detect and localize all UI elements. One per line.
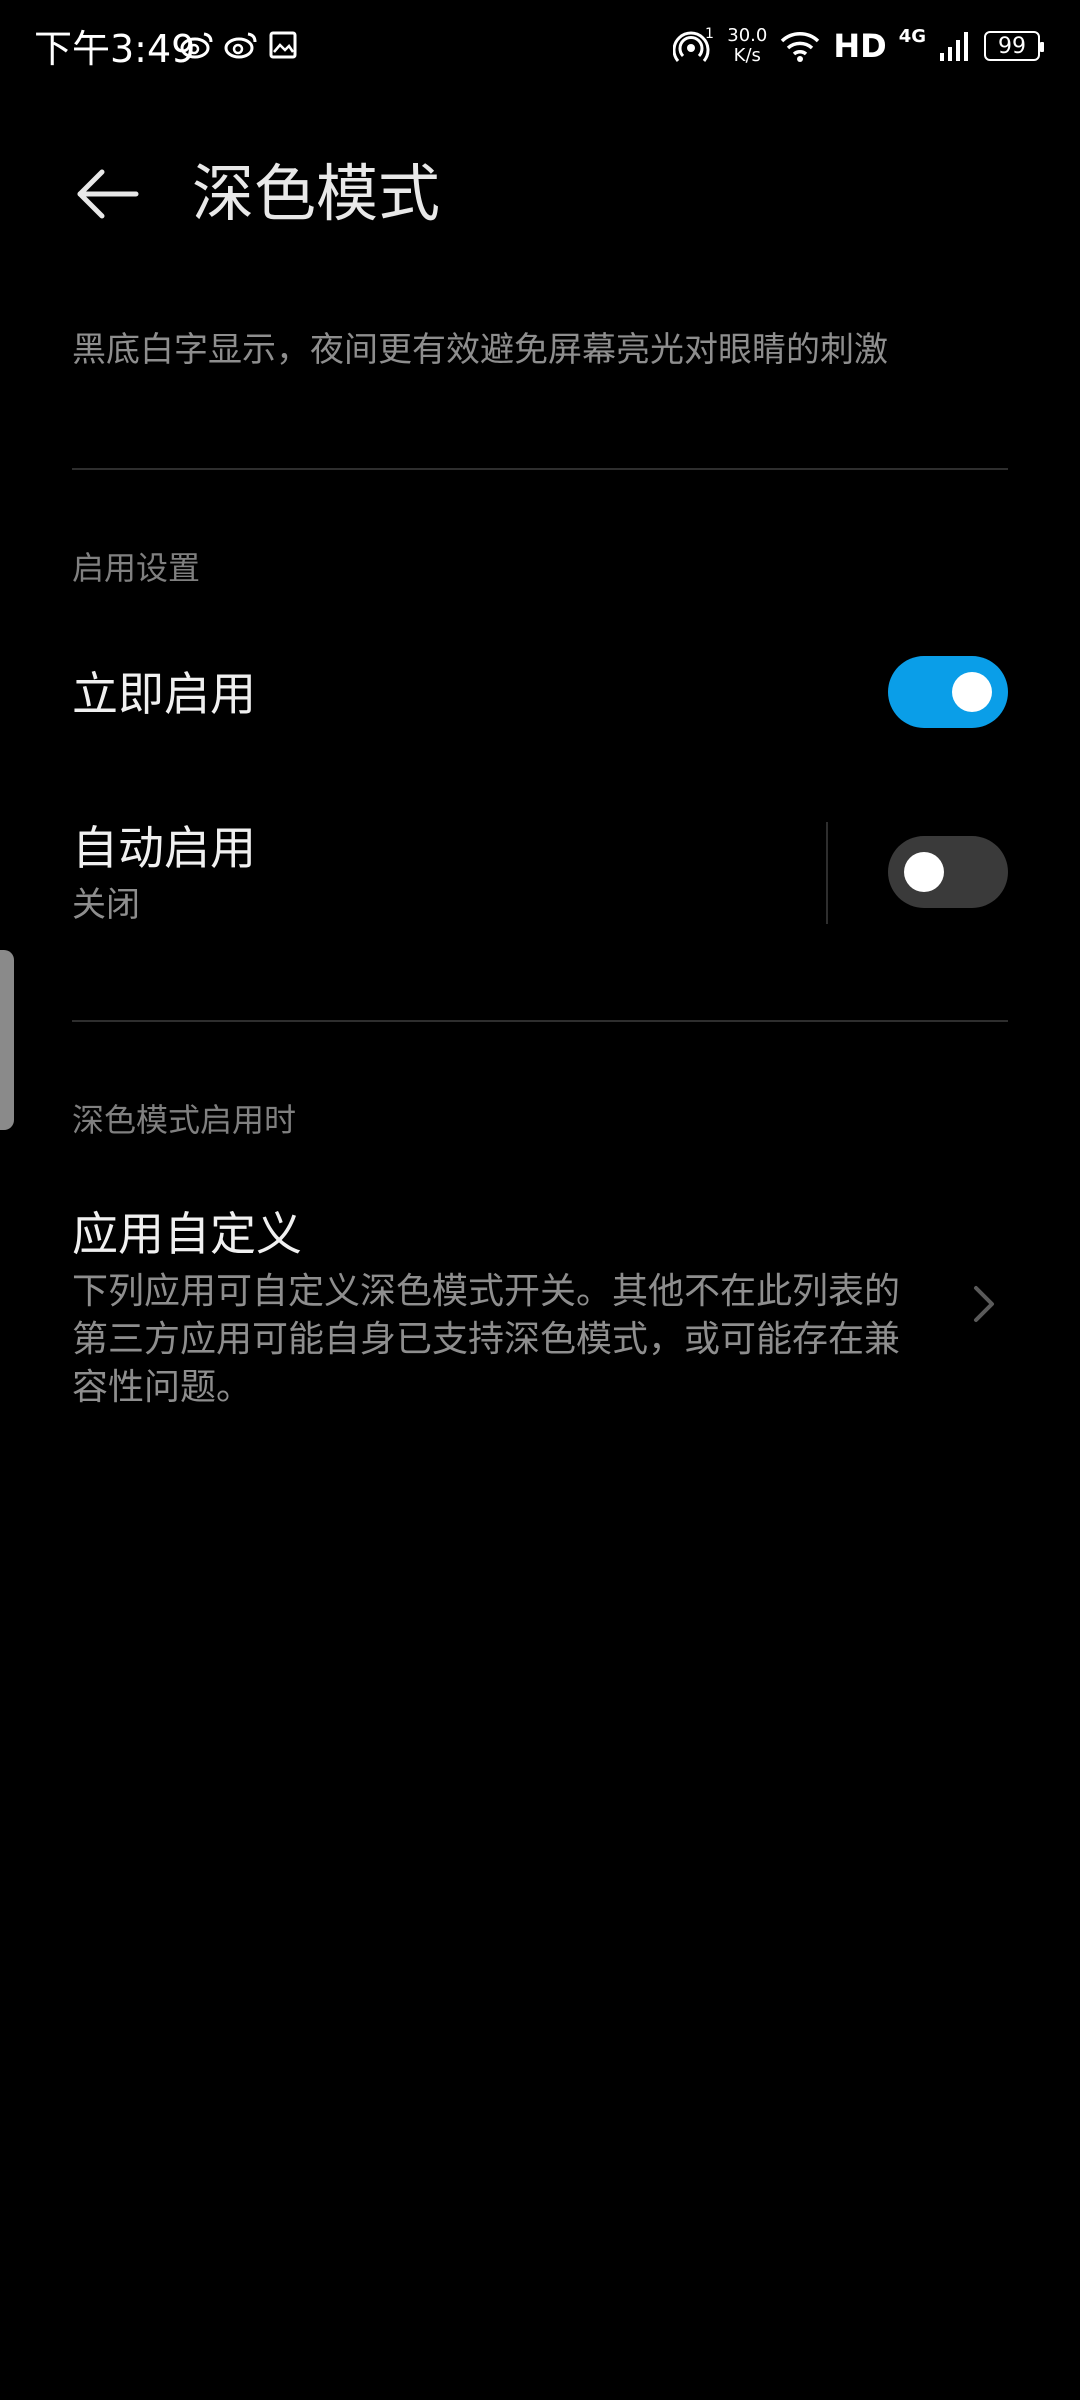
weibo-icon [224,32,257,59]
toggle-knob [952,672,992,712]
status-time: 下午3:49 [34,27,196,71]
auto-enable-status: 关闭 [72,885,140,925]
page-description: 黑底白字显示，夜间更有效避免屏幕亮光对眼睛的刺激 [72,330,888,370]
page-title: 深色模式 [192,157,441,230]
vertical-separator [826,822,828,924]
wifi-icon [781,32,820,62]
svg-text:1: 1 [705,26,714,42]
hotspot-icon: 1 [673,26,714,62]
divider [72,1020,1008,1022]
auto-enable-toggle[interactable] [888,836,1008,908]
speed-value: 30.0 [727,25,768,46]
notification-icons [180,30,298,60]
battery-level: 99 [998,33,1026,59]
weibo-icon [180,32,213,59]
back-button[interactable] [72,158,144,230]
speed-unit: K/s [733,45,761,66]
app-header: 深色模式 [0,140,1080,250]
enable-now-toggle[interactable] [888,656,1008,728]
app-custom-title: 应用自定义 [72,1207,302,1261]
enable-now-label: 立即启用 [72,667,256,721]
hd-label: HD [833,27,887,65]
divider [72,468,1008,470]
section-label-enable-settings: 启用设置 [72,549,201,587]
system-status-icons: 1 30.0 K/s HD 4G 99 [673,25,1044,66]
auto-enable-label[interactable]: 自动启用 [72,818,256,878]
app-custom-description: 下列应用可自定义深色模式开关。其他不在此列表的第三方应用可能自身已支持深色模式，… [72,1271,901,1408]
signal-icon [940,32,968,61]
gallery-icon [269,31,297,59]
network-type-label: 4G [898,25,926,47]
network-speed: 30.0 K/s [727,26,767,66]
section-label-when-enabled: 深色模式启用时 [72,1101,297,1139]
chevron-right-icon [966,1280,1002,1328]
side-edge-handle[interactable] [0,950,14,1130]
arrow-left-icon [77,169,139,219]
battery-icon: 99 [984,31,1044,61]
toggle-knob [904,852,944,892]
status-bar: 下午3:49 1 30.0 K/s HD 4G 99 [0,0,1080,100]
